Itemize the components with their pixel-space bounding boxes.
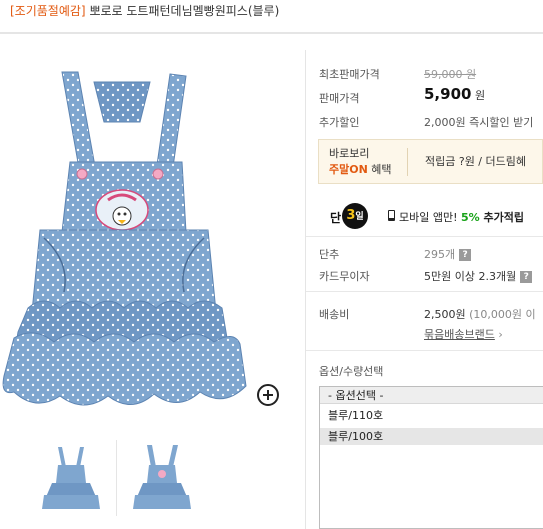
sold-count: 295개? <box>424 246 472 262</box>
option-item[interactable]: 블루/100호 <box>320 428 543 445</box>
mobile-phone-icon <box>388 210 395 221</box>
thumbnail-front[interactable] <box>40 441 100 513</box>
card-installment: 5만원 이상 2.3개월? <box>424 268 533 284</box>
sale-price-value: 5,900 <box>424 85 472 103</box>
event-text: 모바일 앱만! 5% 추가적립 <box>399 209 524 225</box>
mobile-event-row[interactable]: 단 3일 모바일 앱만! 5% 추가적립 <box>330 201 543 231</box>
promo-line2-rest: 혜택 <box>367 163 392 176</box>
help-icon[interactable]: ? <box>520 271 533 283</box>
divider <box>306 291 543 292</box>
shipping-label: 배송비 <box>319 308 350 321</box>
promo-divider <box>407 148 408 176</box>
option-select-list[interactable]: - 옵션선택 - 블루/110호 블루/100호 <box>319 386 543 529</box>
zoom-icon[interactable] <box>257 384 279 406</box>
sale-price: 5,900 원 <box>424 85 485 103</box>
discount-label: 추가할인 <box>319 116 360 129</box>
bundle-shipping[interactable]: 묶음배송브랜드 › <box>424 326 503 342</box>
event-text-post: 추가적립 <box>479 211 525 224</box>
sold-label: 단추 <box>319 248 340 261</box>
shipping-note: (10,000원 이 <box>469 308 536 321</box>
promo-title: 바로보리 주말ON 혜택 <box>329 146 392 178</box>
card-label: 카드무이자 <box>319 270 370 283</box>
sold-value: 295개 <box>424 248 456 261</box>
event-text-pre: 모바일 앱만! <box>399 211 462 224</box>
bundle-shipping-link[interactable]: 묶음배송브랜드 <box>424 328 495 341</box>
promo-box[interactable]: 바로보리 주말ON 혜택 적립금 ?원 / 더드림혜 <box>318 139 543 184</box>
help-icon[interactable]: ? <box>459 249 472 261</box>
card-value: 5만원 이상 2.3개월 <box>424 270 517 283</box>
divider <box>306 350 543 351</box>
product-name: 뽀로로 도트패턴데님멜빵원피스(블루) <box>89 4 280 18</box>
sale-price-unit: 원 <box>474 89 486 102</box>
chevron-right-icon: › <box>498 328 503 341</box>
promo-line1: 바로보리 <box>329 147 370 160</box>
promo-weekend-on: 주말ON <box>329 163 368 176</box>
badge-unit: 일 <box>355 212 364 222</box>
option-placeholder[interactable]: - 옵션선택 - <box>320 387 543 404</box>
sale-price-label: 판매가격 <box>319 92 360 105</box>
original-price-value: 59,000 원 <box>424 68 477 81</box>
event-percent: 5% <box>461 211 480 224</box>
product-main-image[interactable] <box>0 62 290 418</box>
discount-value[interactable]: 2,000원 즉시할인 받기 <box>424 114 533 130</box>
product-tag: [조기품절예감] <box>10 4 86 18</box>
panel-divider <box>305 50 306 529</box>
shipping-value: 2,500원 <box>424 308 466 321</box>
thumbnail-separator <box>116 440 117 516</box>
original-price-label: 최초판매가격 <box>319 68 380 81</box>
title-bar: [조기품절예감] 뽀로로 도트패턴데님멜빵원피스(블루) <box>0 0 543 34</box>
product-title: [조기품절예감] 뽀로로 도트패턴데님멜빵원피스(블루) <box>10 2 279 19</box>
thumbnail-back[interactable] <box>131 441 191 513</box>
option-section-title: 옵션/수량선택 <box>319 365 384 378</box>
option-item[interactable]: 블루/110호 <box>320 407 543 424</box>
three-day-badge: 3일 <box>342 203 368 229</box>
event-dan: 단 <box>330 211 342 225</box>
promo-benefit-text: 적립금 ?원 / 더드림혜 <box>425 155 526 168</box>
shipping-fee: 2,500원 (10,000원 이 <box>424 306 536 322</box>
divider <box>306 236 543 237</box>
